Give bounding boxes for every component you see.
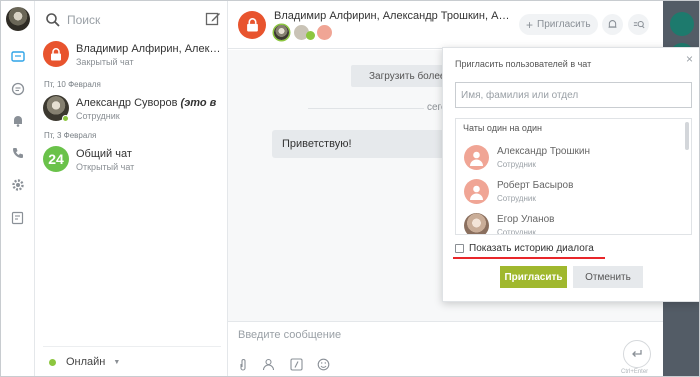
contact-item-closed-chat[interactable]: Владимир Алфирин, Александр Трошкин Закр… — [43, 41, 223, 73]
history-icon[interactable] — [10, 81, 26, 97]
show-history-label: Показать историю диалога — [469, 243, 594, 254]
message-input-area[interactable]: Введите сообщение Ctrl+Enter — [228, 321, 663, 376]
contact-subtitle: Закрытый чат — [76, 57, 134, 67]
member-avatar[interactable] — [274, 25, 289, 40]
invite-candidate-list: Чаты один на один Александр Трошкин Сотр… — [455, 118, 692, 235]
online-indicator — [306, 31, 315, 40]
contact-name: Александр Суворов (это в — [76, 97, 217, 109]
contact-subtitle: Открытый чат — [76, 162, 135, 172]
person-name: Роберт Басыров — [497, 180, 574, 191]
list-item[interactable]: Александр Трошкин Сотрудник — [464, 143, 674, 171]
messenger-window: Владимир Алфирин, Александр Трошкин Закр… — [0, 0, 700, 377]
person-role: Сотрудник — [497, 160, 536, 169]
divider — [43, 346, 221, 347]
search-icon — [46, 13, 60, 27]
attach-icon[interactable] — [237, 358, 250, 371]
date-label: Пт, 10 Февраля — [44, 80, 101, 89]
highlight-underline — [453, 257, 605, 259]
enter-icon — [632, 350, 642, 357]
person-name: Егор Уланов — [497, 214, 555, 225]
online-indicator — [62, 115, 69, 122]
contact-subtitle: Сотрудник — [76, 111, 120, 121]
message-bubble: Приветствую! — [272, 130, 452, 158]
new-chat-list-icon[interactable] — [10, 210, 26, 226]
chat-header: Владимир Алфирин, Александр Трошкин, Але… — [228, 1, 663, 49]
lock-icon — [238, 11, 266, 39]
search-history-icon[interactable] — [628, 14, 649, 35]
new-message-icon[interactable] — [205, 11, 221, 27]
contact-name: Владимир Алфирин, Александр Трошкин — [76, 43, 221, 55]
smile-icon[interactable] — [317, 358, 330, 371]
search-input[interactable] — [67, 13, 197, 27]
contact-item-user[interactable]: Александр Суворов (это в Сотрудник — [43, 95, 223, 127]
scrollbar[interactable] — [685, 122, 689, 150]
checkbox[interactable] — [455, 244, 464, 253]
invite-search-input[interactable] — [455, 82, 692, 108]
search-bar — [43, 9, 221, 31]
invite-popup: × Пригласить пользователей в чат Чаты од… — [442, 47, 699, 302]
formatting-icon[interactable] — [290, 358, 303, 371]
chevron-down-icon: ▼ — [113, 358, 121, 366]
user-icon — [464, 179, 489, 204]
lock-icon — [43, 41, 69, 67]
list-title: Чаты один на один — [463, 123, 542, 133]
person-role: Сотрудник — [497, 228, 536, 235]
chat-icon[interactable] — [10, 49, 26, 65]
bell-icon[interactable] — [602, 14, 623, 35]
send-button[interactable] — [623, 340, 651, 368]
contacts-panel: Владимир Алфирин, Александр Трошкин Закр… — [35, 1, 228, 376]
list-item[interactable]: Егор Уланов Сотрудник — [464, 211, 674, 235]
list-item[interactable]: Роберт Басыров Сотрудник — [464, 177, 674, 205]
contact-item-general-chat[interactable]: 24 Общий чат Открытый чат — [43, 146, 223, 178]
person-name: Александр Трошкин — [497, 146, 590, 157]
date-label: Пт, 3 Февраля — [44, 131, 97, 140]
load-more-button[interactable]: Загрузить более р — [351, 65, 456, 87]
cancel-button[interactable]: Отменить — [573, 266, 643, 288]
status-label: Онлайн — [66, 356, 106, 368]
user-mention-icon[interactable] — [262, 358, 275, 371]
popup-title: Пригласить пользователей в чат — [455, 59, 592, 69]
online-status-dot — [49, 358, 56, 366]
bell-icon[interactable] — [10, 113, 26, 129]
plus-icon: + — [526, 17, 534, 32]
chat-avatar-badge: 24 — [43, 146, 69, 172]
invite-confirm-button[interactable]: Пригласить — [500, 266, 567, 288]
phone-icon[interactable] — [10, 145, 26, 161]
person-role: Сотрудник — [497, 194, 536, 203]
recent-chat-avatar[interactable] — [670, 12, 694, 36]
status-selector[interactable]: Онлайн ▼ — [49, 356, 120, 368]
user-icon — [464, 145, 489, 170]
icon-rail — [1, 1, 35, 376]
invite-button[interactable]: + Пригласить — [519, 14, 598, 35]
close-icon[interactable]: × — [686, 52, 693, 66]
contact-name: Общий чат — [76, 148, 132, 160]
gear-icon[interactable] — [10, 177, 26, 193]
show-history-checkbox[interactable]: Показать историю диалога — [455, 243, 594, 254]
member-avatar[interactable] — [317, 25, 332, 40]
invite-button-label: Пригласить — [537, 19, 591, 30]
message-input[interactable]: Введите сообщение — [238, 329, 341, 341]
chat-title[interactable]: Владимир Алфирин, Александр Трошкин, Але… — [274, 10, 514, 22]
send-shortcut-hint: Ctrl+Enter — [621, 369, 649, 375]
user-avatar[interactable] — [6, 7, 30, 31]
avatar — [464, 213, 489, 234]
contact-name-suffix: (это в — [180, 97, 217, 109]
